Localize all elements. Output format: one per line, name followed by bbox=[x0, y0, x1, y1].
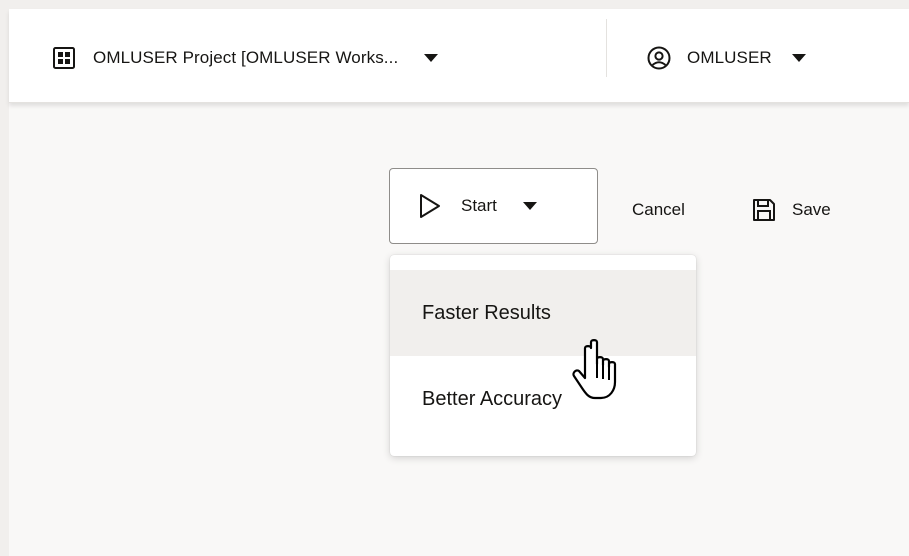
user-menu-label: OMLUSER bbox=[687, 48, 772, 67]
menu-item-label: Faster Results bbox=[422, 301, 551, 324]
project-selector[interactable]: OMLUSER Project [OMLUSER Works... bbox=[53, 41, 439, 75]
grid-icon bbox=[53, 47, 75, 69]
header-divider bbox=[606, 19, 607, 77]
user-menu[interactable]: OMLUSER bbox=[647, 41, 806, 75]
menu-item-better-accuracy[interactable]: Better Accuracy bbox=[390, 356, 696, 442]
user-circle-icon bbox=[647, 46, 671, 70]
save-button-label: Save bbox=[792, 200, 831, 219]
page: OMLUSER Project [OMLUSER Works... OMLUSE… bbox=[0, 0, 909, 556]
start-button[interactable]: Start bbox=[389, 168, 598, 244]
frame-edge-left bbox=[0, 0, 9, 556]
project-selector-label: OMLUSER Project [OMLUSER Works... bbox=[93, 48, 399, 67]
cancel-button-label: Cancel bbox=[632, 200, 685, 219]
app-header: OMLUSER Project [OMLUSER Works... OMLUSE… bbox=[9, 9, 909, 103]
caret-down-icon bbox=[791, 54, 806, 62]
play-icon bbox=[420, 194, 440, 218]
caret-down-icon bbox=[424, 54, 439, 62]
save-icon bbox=[753, 199, 775, 221]
menu-item-faster-results[interactable]: Faster Results bbox=[390, 270, 696, 356]
cancel-button[interactable]: Cancel bbox=[632, 196, 685, 224]
save-button[interactable]: Save bbox=[752, 194, 831, 226]
menu-item-label: Better Accuracy bbox=[422, 387, 563, 410]
caret-down-icon bbox=[522, 202, 537, 210]
start-dropdown-menu: Faster Results Better Accuracy bbox=[390, 255, 696, 456]
start-button-label: Start bbox=[461, 196, 497, 215]
frame-edge-top bbox=[0, 0, 909, 9]
